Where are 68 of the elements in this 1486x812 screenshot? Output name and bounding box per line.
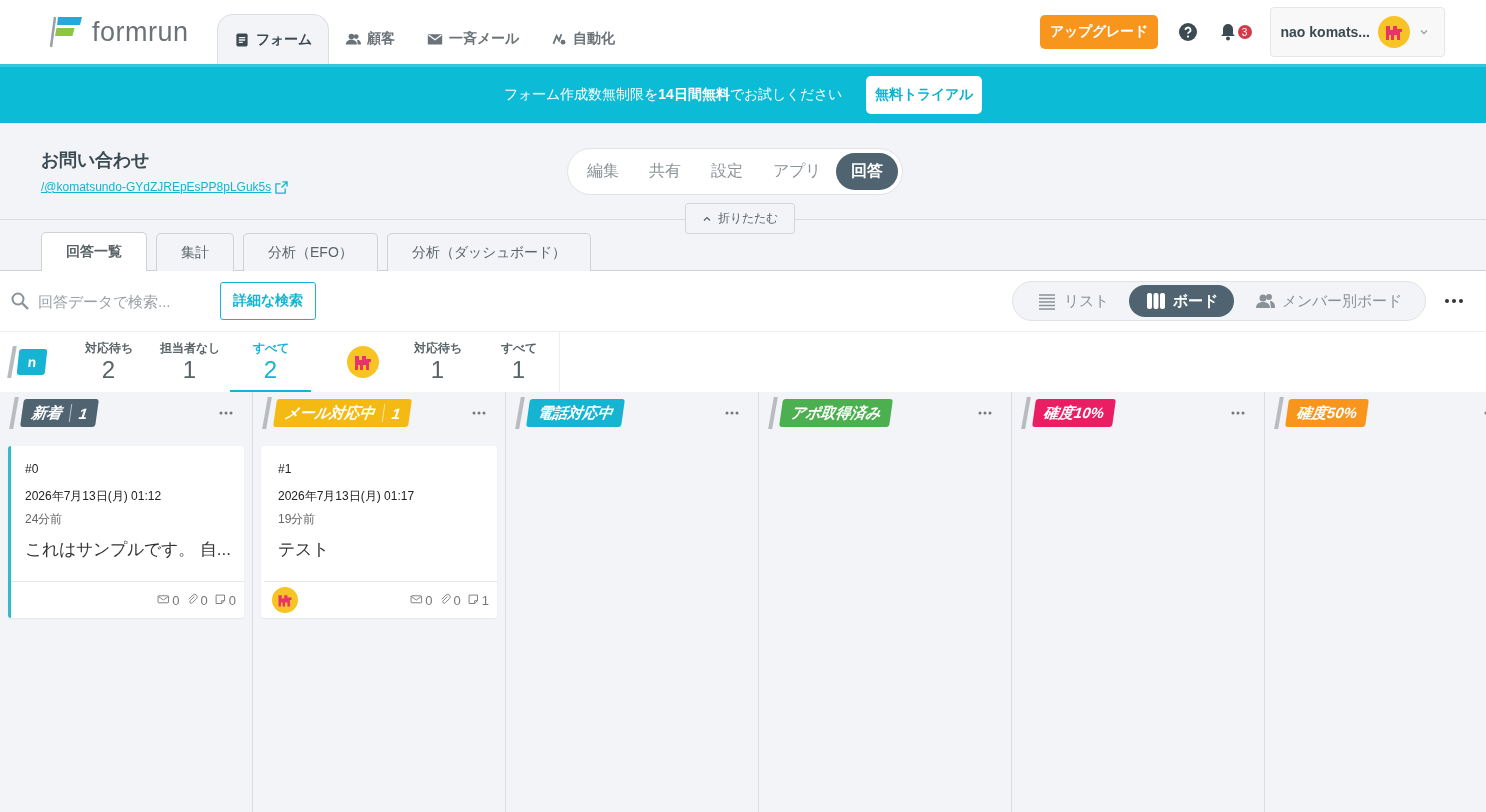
segment-tab[interactable]: 編集 <box>572 152 634 190</box>
segment-tab[interactable]: 回答 <box>836 152 898 190</box>
relative-time: 24分前 <box>25 511 64 528</box>
form-title: お問い合わせ <box>41 149 150 172</box>
tag-bar <box>262 397 272 429</box>
tag-bar <box>9 397 19 429</box>
response-number: #1 <box>278 462 293 476</box>
count-text: 1 <box>481 592 489 608</box>
filter-tab[interactable]: 対応待ち 1 <box>397 332 478 392</box>
response-preview: テスト <box>278 539 330 561</box>
status-tag: 確度50% <box>1285 399 1369 427</box>
help-icon[interactable] <box>1177 22 1198 42</box>
view-tab[interactable]: ボード <box>1129 285 1234 317</box>
response-card[interactable]: #0 2026年7月13日(月) 01:12 24分前 これはサンプルです。 自... 0 0 0 <box>8 446 244 618</box>
columns-icon <box>1145 291 1167 311</box>
collapse-button[interactable]: 折りたたむ <box>685 203 795 234</box>
people-icon <box>344 31 361 47</box>
status-tag: 電話対応中 <box>526 399 625 427</box>
notification-badge: 3 <box>1237 25 1252 39</box>
search-icon <box>10 291 30 311</box>
list-icon <box>1036 291 1058 311</box>
segment-tab[interactable]: アプリ <box>758 152 836 190</box>
sub-tab[interactable]: 分析（ダッシュボード） <box>386 233 591 271</box>
tag-bar <box>1274 397 1284 429</box>
nav-tab[interactable]: フォーム <box>216 14 329 64</box>
flag-logo-icon <box>50 15 84 49</box>
count-text: 0 <box>228 592 236 608</box>
document-icon <box>233 31 250 48</box>
user-menu[interactable]: nao komats... <box>1269 7 1445 57</box>
response-card[interactable]: #1 2026年7月13日(月) 01:17 19分前 テスト 0 0 1 <box>261 446 497 618</box>
note-icon <box>466 593 481 607</box>
mail-icon <box>426 31 443 47</box>
relative-time: 19分前 <box>278 511 317 528</box>
sub-tab[interactable]: 分析（EFO） <box>243 233 378 271</box>
tag-bar <box>515 397 525 429</box>
nav-tab[interactable]: 顧客 <box>328 14 411 64</box>
external-link-icon[interactable] <box>275 180 289 194</box>
promo-text: フォーム作成数無制限を14日間無料でお試しください <box>504 86 842 104</box>
status-tag: メール対応中 1 <box>273 399 413 427</box>
count-text: 0 <box>425 592 433 608</box>
response-preview: これはサンプルです。 自... <box>25 539 230 561</box>
note-icon <box>213 593 228 607</box>
filter-tab[interactable]: すべて 1 <box>478 332 559 392</box>
filter-tab[interactable]: 対応待ち 2 <box>68 332 149 392</box>
count-text: 0 <box>172 592 180 608</box>
status-tag: 新着 1 <box>20 399 100 427</box>
nav-tab[interactable]: 一斉メール <box>410 14 535 64</box>
status-tag: アポ取得済み <box>779 399 893 427</box>
segment-tab[interactable]: 共有 <box>634 152 696 190</box>
logo-text: formrun <box>92 16 189 48</box>
response-date: 2026年7月13日(月) 01:17 <box>278 488 416 505</box>
sub-tab[interactable]: 集計 <box>156 233 234 271</box>
filter-tab[interactable]: 担当者なし 1 <box>149 332 230 392</box>
avatar-icon <box>347 346 379 378</box>
automation-icon <box>550 31 567 47</box>
avatar-icon <box>1378 16 1410 48</box>
segment-tab[interactable]: 設定 <box>696 152 758 190</box>
count-text: 0 <box>200 592 208 608</box>
tag-bar <box>768 397 778 429</box>
avatar-icon <box>272 587 298 613</box>
nav-tab[interactable]: 自動化 <box>534 14 631 64</box>
sub-tab[interactable]: 回答一覧 <box>41 232 147 271</box>
people-icon <box>1254 291 1276 311</box>
status-tag: 確度10% <box>1032 399 1116 427</box>
response-number: #0 <box>25 462 40 476</box>
response-date: 2026年7月13日(月) 01:12 <box>25 488 163 505</box>
count-text: 0 <box>453 592 461 608</box>
tag-bar <box>1021 397 1031 429</box>
